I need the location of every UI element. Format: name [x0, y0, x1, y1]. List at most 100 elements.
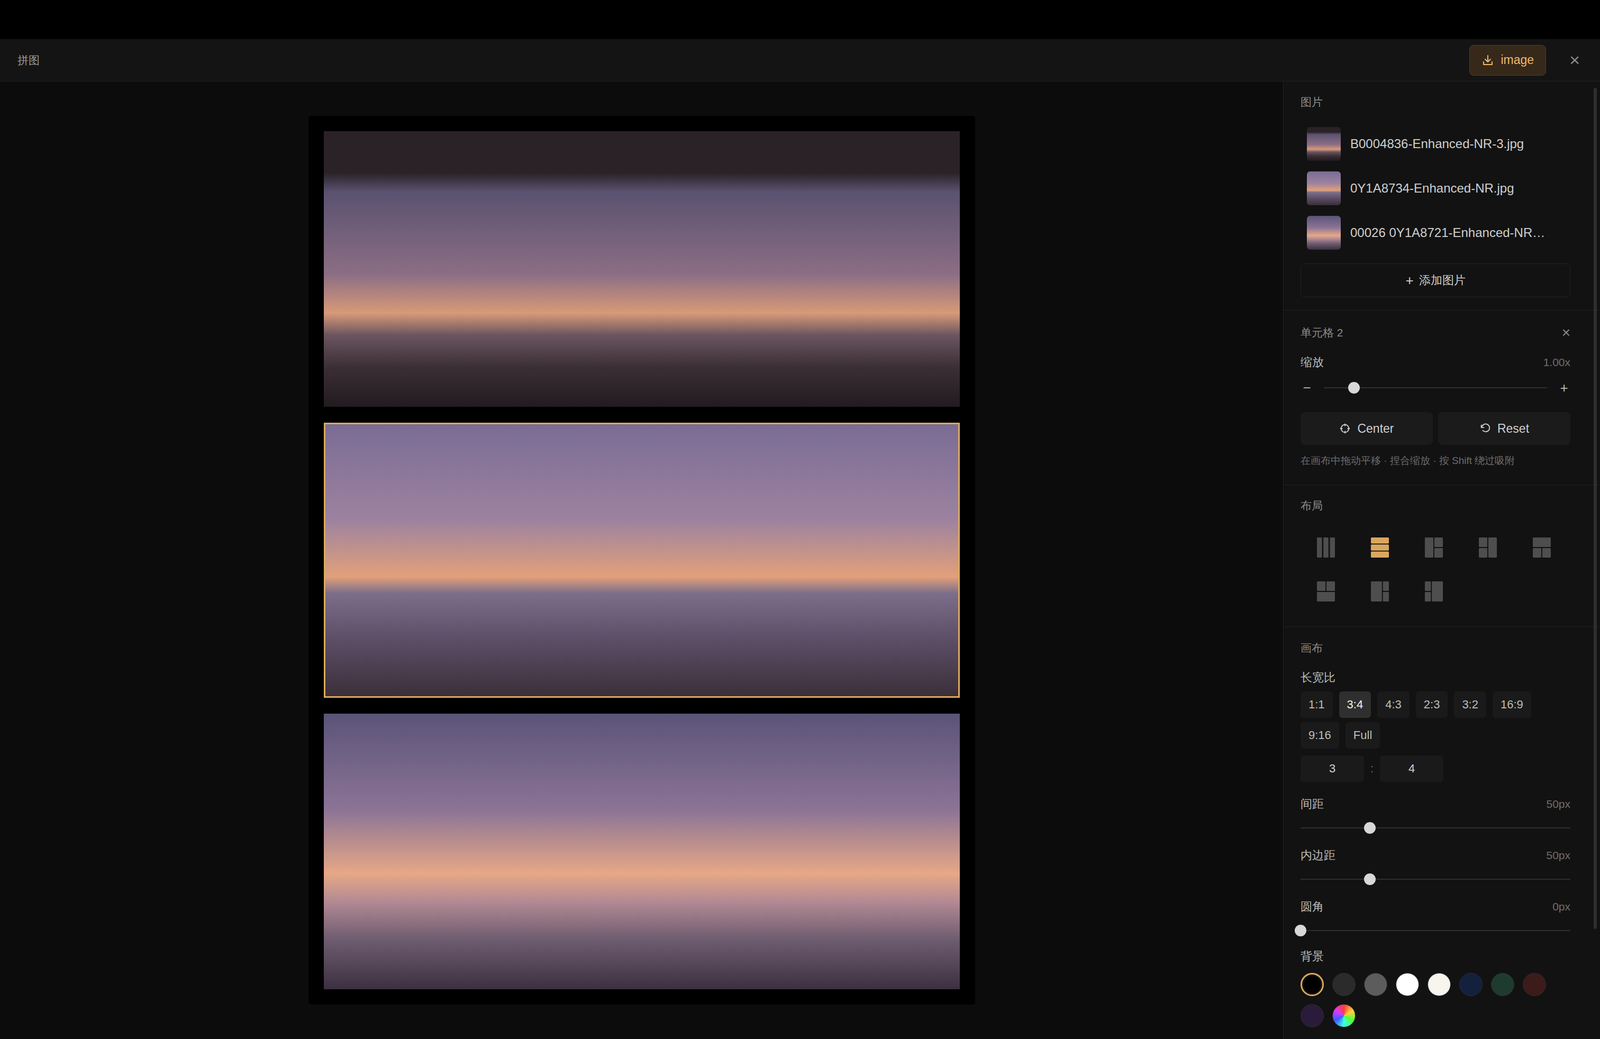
settings-panel: 图片 B0004836-Enhanced-NR-3.jpg 0Y1A8734-Enh…	[1283, 81, 1600, 1039]
image-list: B0004836-Enhanced-NR-3.jpg 0Y1A8734-Enhan…	[1300, 121, 1571, 256]
layout-option[interactable]	[1300, 527, 1352, 568]
zoom-out-button[interactable]: −	[1300, 379, 1314, 397]
zoom-reading: 1.00x	[1543, 356, 1571, 369]
zoom-control: −+	[1300, 377, 1571, 399]
image-thumbnail	[1306, 215, 1341, 250]
section-label: 布局	[1300, 498, 1571, 513]
aspect-ratio-chip[interactable]: 4:3	[1377, 691, 1410, 718]
color-picker-swatch[interactable]	[1332, 1004, 1356, 1028]
color-swatch[interactable]	[1300, 1004, 1324, 1028]
images-section: 图片 B0004836-Enhanced-NR-3.jpg 0Y1A8734-Enh…	[1283, 81, 1600, 311]
section-label: 单元格 2	[1300, 325, 1344, 340]
layout-option[interactable]	[1354, 571, 1406, 612]
background-swatches	[1300, 973, 1571, 1028]
slider-reading: 50px	[1546, 849, 1571, 862]
aspect-ratio-chip[interactable]: 9:16	[1300, 722, 1340, 749]
collage-cell[interactable]	[323, 131, 960, 407]
color-swatch[interactable]	[1459, 973, 1483, 997]
ratio-width-input[interactable]: 3	[1300, 755, 1365, 783]
layout-option[interactable]	[1462, 527, 1514, 568]
slider-thumb[interactable]	[1294, 924, 1307, 937]
download-label: image	[1500, 52, 1534, 68]
layout-section: 布局	[1283, 485, 1600, 627]
slider-header: 间距50px	[1300, 797, 1571, 812]
aspect-ratio-chip[interactable]: 16:9	[1492, 691, 1532, 718]
image-thumbnail	[1306, 171, 1341, 206]
close-button[interactable]: ×	[1561, 49, 1588, 71]
aspect-ratio-chip[interactable]: 2:3	[1415, 691, 1449, 718]
ratio-separator: :	[1370, 761, 1374, 776]
image-item[interactable]: 00026 0Y1A8721-Enhanced-NR…	[1300, 210, 1571, 256]
download-icon	[1481, 53, 1495, 67]
top-bar	[0, 0, 1600, 40]
section-label: 图片	[1300, 95, 1571, 109]
center-button[interactable]: Center	[1300, 412, 1433, 445]
aspect-ratio-chip[interactable]: 1:1	[1300, 691, 1333, 718]
reset-label: Reset	[1497, 421, 1530, 436]
custom-ratio: 3:4	[1300, 755, 1571, 783]
slider-reading: 50px	[1546, 797, 1571, 811]
setting-slider[interactable]	[1300, 920, 1571, 942]
collage-cell[interactable]	[323, 422, 960, 699]
slider-track	[1300, 930, 1571, 932]
cell-actions: Center Reset	[1300, 412, 1571, 445]
canvas-area	[0, 81, 1284, 1039]
main: 图片 B0004836-Enhanced-NR-3.jpg 0Y1A8734-Enh…	[0, 81, 1600, 1039]
download-button[interactable]: image	[1469, 44, 1547, 76]
aspect-ratio-chip[interactable]: Full	[1345, 722, 1380, 749]
aspect-ratio-chip[interactable]: 3:2	[1453, 691, 1487, 718]
zoom-label: 缩放	[1300, 355, 1324, 370]
color-swatch[interactable]	[1491, 973, 1515, 997]
cell-header: 单元格 2 ×	[1300, 325, 1571, 340]
image-item[interactable]: 0Y1A8734-Enhanced-NR.jpg	[1300, 166, 1571, 211]
image-name: B0004836-Enhanced-NR-3.jpg	[1350, 136, 1524, 152]
setting-slider[interactable]	[1300, 868, 1571, 890]
color-swatch[interactable]	[1522, 973, 1547, 997]
close-cell-button[interactable]: ×	[1561, 325, 1571, 340]
layout-option[interactable]	[1300, 571, 1352, 612]
slider-setting: 间距50px	[1300, 797, 1571, 839]
slider-header: 圆角0px	[1300, 900, 1571, 914]
color-swatch[interactable]	[1300, 973, 1324, 997]
setting-slider[interactable]	[1300, 817, 1571, 839]
zoom-in-button[interactable]: +	[1557, 379, 1571, 397]
slider-track	[1300, 878, 1571, 880]
aspect-ratio-chip[interactable]: 3:4	[1339, 691, 1372, 718]
slider-thumb[interactable]	[1348, 382, 1360, 394]
rightwide-layout-icon	[1424, 581, 1443, 602]
color-swatch[interactable]	[1427, 973, 1451, 997]
collage-editor: 拼图 image × 图片 B0004836-Enhanced-NR-3.jpg 0Y1A…	[0, 0, 1600, 1039]
color-swatch[interactable]	[1332, 973, 1356, 997]
layout-option[interactable]	[1516, 527, 1568, 568]
header-actions: image ×	[1469, 44, 1588, 76]
color-swatch[interactable]	[1364, 973, 1388, 997]
slider-label: 内边距	[1300, 848, 1336, 863]
slider-setting: 圆角0px	[1300, 900, 1571, 942]
layout-option[interactable]	[1408, 527, 1460, 568]
collage-cell[interactable]	[323, 713, 960, 990]
layout-option[interactable]	[1354, 527, 1406, 568]
color-swatch[interactable]	[1395, 973, 1420, 997]
add-image-label: 添加图片	[1419, 272, 1466, 289]
layout-option[interactable]	[1408, 571, 1460, 612]
leftwide-layout-icon	[1370, 581, 1389, 602]
slider-thumb[interactable]	[1364, 873, 1376, 886]
scrollbar[interactable]	[1593, 87, 1597, 930]
image-item[interactable]: B0004836-Enhanced-NR-3.jpg	[1300, 121, 1571, 167]
title: 拼图	[17, 52, 40, 68]
center-label: Center	[1357, 421, 1394, 436]
slider-thumb[interactable]	[1364, 822, 1376, 834]
collage-canvas	[308, 115, 976, 1005]
add-image-button[interactable]: + 添加图片	[1300, 263, 1571, 298]
ratio-height-input[interactable]: 4	[1379, 755, 1444, 783]
zoom-slider[interactable]	[1323, 377, 1548, 399]
layout-options	[1300, 527, 1571, 612]
plus-icon: +	[1405, 272, 1414, 289]
slider-reading: 0px	[1552, 900, 1571, 914]
reset-button[interactable]: Reset	[1438, 412, 1571, 445]
section-label: 画布	[1300, 641, 1571, 656]
header: 拼图 image ×	[0, 39, 1600, 82]
aspect-ratio-options: 1:13:44:32:33:216:9 9:16Full	[1300, 691, 1571, 749]
image-name: 0Y1A8734-Enhanced-NR.jpg	[1350, 180, 1515, 196]
hint-text: 在画布中拖动平移 · 捏合缩放 · 按 Shift 绕过吸附	[1300, 453, 1571, 468]
